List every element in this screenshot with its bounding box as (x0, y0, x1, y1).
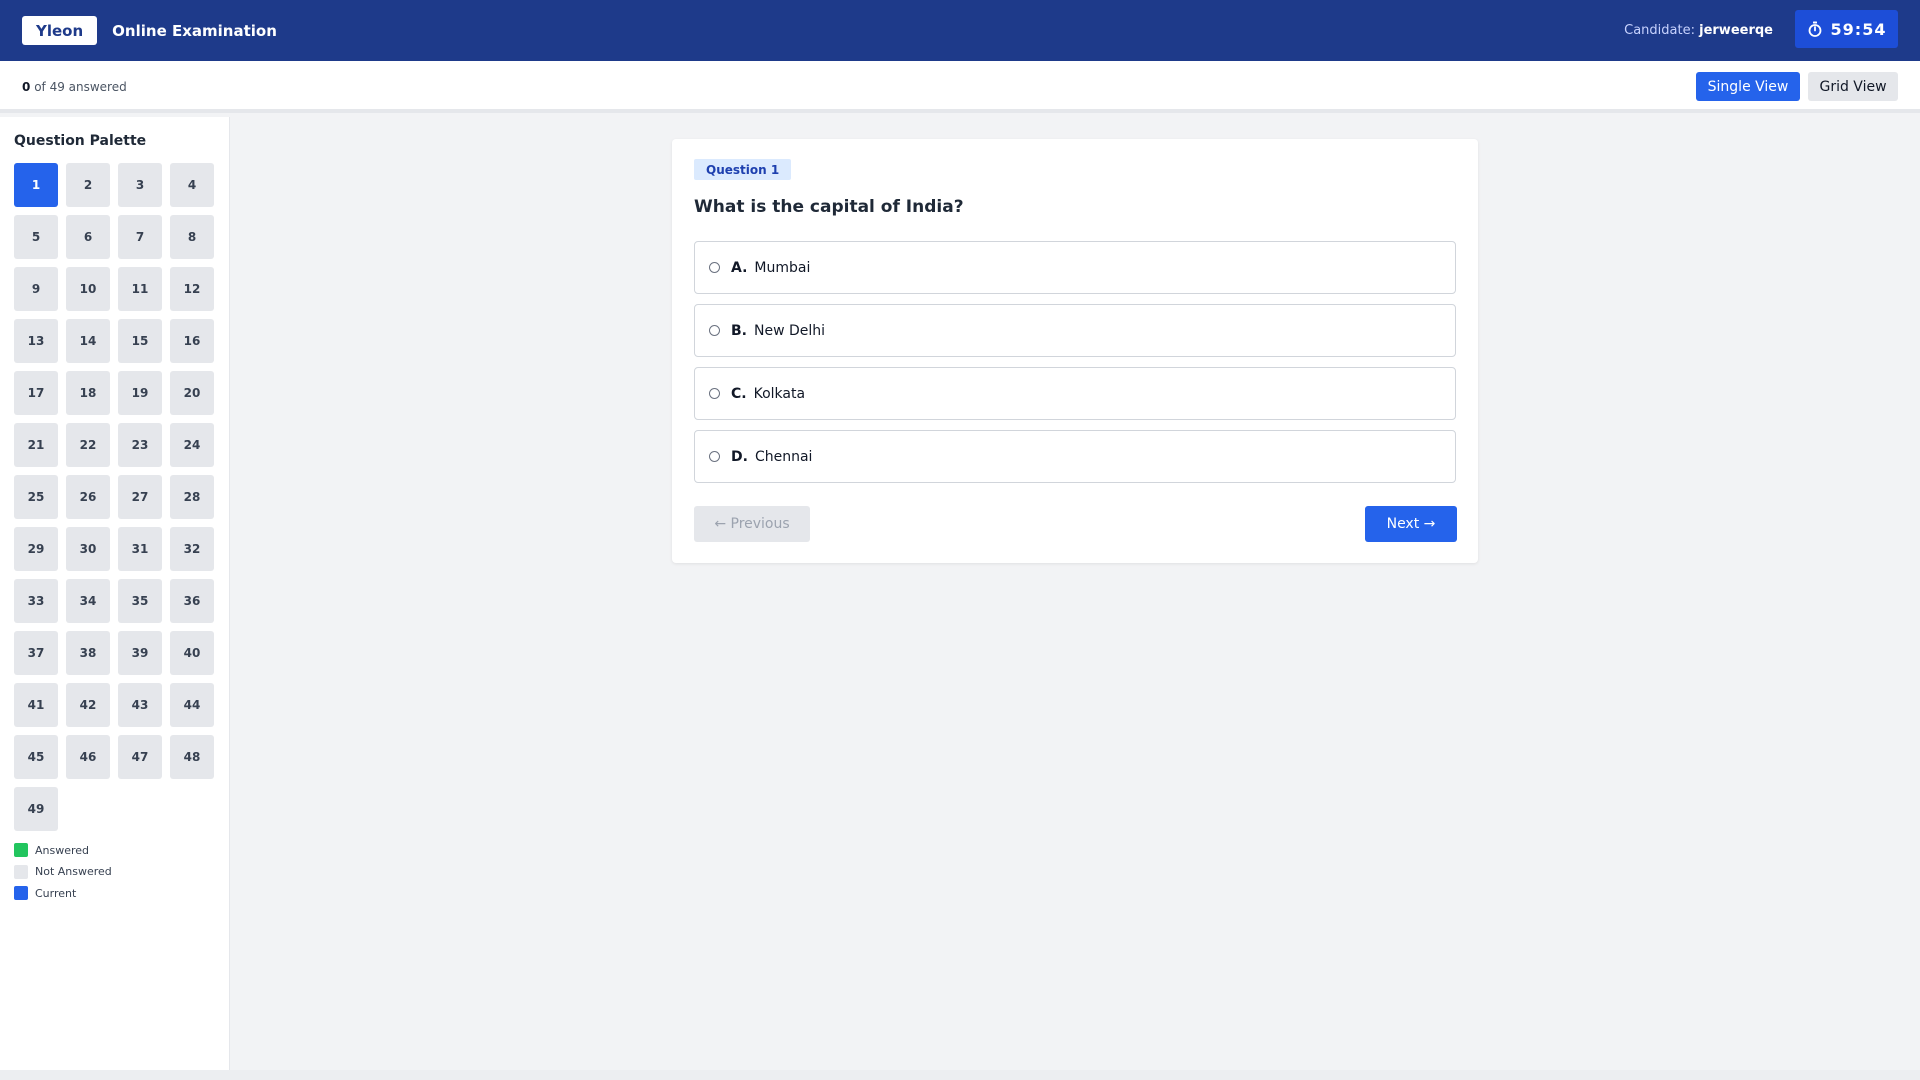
palette-question-9[interactable]: 9 (14, 267, 58, 311)
bottom-strip (0, 1070, 1920, 1080)
candidate-label: Candidate: (1624, 23, 1695, 38)
palette-question-16[interactable]: 16 (170, 319, 214, 363)
option-text: Chennai (754, 448, 813, 465)
palette-question-47[interactable]: 47 (118, 735, 162, 779)
answered-count: 0 (22, 80, 31, 94)
option-letter: B. (731, 322, 747, 339)
question-palette-sidebar: Question Palette 1 2 3 4 5 6 7 8 9 10 11 12 13 14 15 16… (0, 117, 230, 1070)
palette-question-33[interactable]: 33 (14, 579, 58, 623)
palette-question-28[interactable]: 28 (170, 475, 214, 519)
status-bar: 0 of 49 answered Single View Grid View (0, 61, 1920, 113)
palette-question-3[interactable]: 3 (118, 163, 162, 207)
palette-question-39[interactable]: 39 (118, 631, 162, 675)
legend-label: Not Answered (35, 865, 112, 878)
palette-question-22[interactable]: 22 (66, 423, 110, 467)
palette-title: Question Palette (14, 133, 147, 149)
palette-question-13[interactable]: 13 (14, 319, 58, 363)
palette-question-11[interactable]: 11 (118, 267, 162, 311)
previous-button[interactable]: ← Previous (694, 506, 810, 542)
option-letter: D. (731, 448, 748, 465)
answered-suffix: of 49 answered (34, 80, 127, 94)
palette-question-26[interactable]: 26 (66, 475, 110, 519)
option-d[interactable]: D. Chennai (694, 430, 1456, 483)
palette-question-2[interactable]: 2 (66, 163, 110, 207)
stopwatch-icon (1808, 21, 1821, 37)
palette-question-20[interactable]: 20 (170, 371, 214, 415)
palette-question-31[interactable]: 31 (118, 527, 162, 571)
next-button[interactable]: Next → (1365, 506, 1457, 542)
palette-question-38[interactable]: 38 (66, 631, 110, 675)
option-text: New Delhi (754, 322, 826, 339)
palette-grid: 1 2 3 4 5 6 7 8 9 10 11 12 13 14 15 16 17 18 19 20 21 22 23 24 2… (14, 163, 214, 831)
timer-value: 59:54 (1830, 19, 1887, 39)
palette-question-4[interactable]: 4 (170, 163, 214, 207)
legend-item-answered: Answered (14, 843, 112, 857)
option-text: Mumbai (754, 259, 811, 276)
palette-question-14[interactable]: 14 (66, 319, 110, 363)
option-letter: A. (731, 259, 748, 276)
option-b[interactable]: B. New Delhi (694, 304, 1456, 357)
palette-question-43[interactable]: 43 (118, 683, 162, 727)
radio-icon[interactable] (709, 451, 720, 462)
option-c[interactable]: C. Kolkata (694, 367, 1456, 420)
radio-icon[interactable] (709, 262, 720, 273)
palette-question-12[interactable]: 12 (170, 267, 214, 311)
option-letter: C. (731, 385, 747, 402)
palette-question-29[interactable]: 29 (14, 527, 58, 571)
palette-question-35[interactable]: 35 (118, 579, 162, 623)
radio-icon[interactable] (709, 388, 720, 399)
option-a[interactable]: A. Mumbai (694, 241, 1456, 294)
legend-swatch-not-answered (14, 864, 28, 879)
palette-question-1[interactable]: 1 (14, 163, 58, 207)
palette-question-23[interactable]: 23 (118, 423, 162, 467)
palette-question-44[interactable]: 44 (170, 683, 214, 727)
palette-question-19[interactable]: 19 (118, 371, 162, 415)
palette-question-24[interactable]: 24 (170, 423, 214, 467)
palette-question-34[interactable]: 34 (66, 579, 110, 623)
logo: Yleon (22, 16, 98, 45)
candidate-name: jerweerqe (1699, 23, 1773, 38)
option-text: Kolkata (753, 385, 806, 402)
candidate-info: Candidate: jerweerqe (1624, 23, 1773, 38)
palette-question-46[interactable]: 46 (66, 735, 110, 779)
palette-question-27[interactable]: 27 (118, 475, 162, 519)
palette-question-48[interactable]: 48 (170, 735, 214, 779)
palette-question-8[interactable]: 8 (170, 215, 214, 259)
exam-timer: 59:54 (1795, 10, 1898, 48)
palette-question-10[interactable]: 10 (66, 267, 110, 311)
legend-item-not-answered: Not Answered (14, 864, 112, 879)
palette-question-41[interactable]: 41 (14, 683, 58, 727)
palette-question-30[interactable]: 30 (66, 527, 110, 571)
radio-icon[interactable] (709, 325, 720, 336)
top-header: Yleon Online Examination Candidate: jerw… (0, 0, 1920, 61)
palette-question-6[interactable]: 6 (66, 215, 110, 259)
palette-question-42[interactable]: 42 (66, 683, 110, 727)
palette-question-45[interactable]: 45 (14, 735, 58, 779)
answered-progress: 0 of 49 answered (22, 80, 127, 94)
legend-label: Current (35, 886, 77, 900)
palette-question-36[interactable]: 36 (170, 579, 214, 623)
question-text: What is the capital of India? (694, 197, 964, 217)
palette-question-7[interactable]: 7 (118, 215, 162, 259)
legend-item-current: Current (14, 886, 112, 900)
palette-legend: Answered Not Answered Current (14, 843, 112, 908)
question-badge: Question 1 (694, 159, 792, 180)
legend-swatch-answered (14, 843, 28, 857)
palette-question-21[interactable]: 21 (14, 423, 58, 467)
palette-question-5[interactable]: 5 (14, 215, 58, 259)
palette-question-17[interactable]: 17 (14, 371, 58, 415)
palette-question-40[interactable]: 40 (170, 631, 214, 675)
palette-question-37[interactable]: 37 (14, 631, 58, 675)
grid-view-button[interactable]: Grid View (1808, 72, 1898, 101)
legend-label: Answered (35, 843, 90, 857)
palette-question-18[interactable]: 18 (66, 371, 110, 415)
app-title: Online Examination (112, 21, 277, 40)
palette-question-15[interactable]: 15 (118, 319, 162, 363)
legend-swatch-current (14, 886, 28, 900)
question-card: Question 1 What is the capital of India?… (672, 139, 1478, 563)
palette-question-49[interactable]: 49 (14, 787, 58, 831)
single-view-button[interactable]: Single View (1696, 72, 1800, 101)
palette-question-32[interactable]: 32 (170, 527, 214, 571)
palette-question-25[interactable]: 25 (14, 475, 58, 519)
